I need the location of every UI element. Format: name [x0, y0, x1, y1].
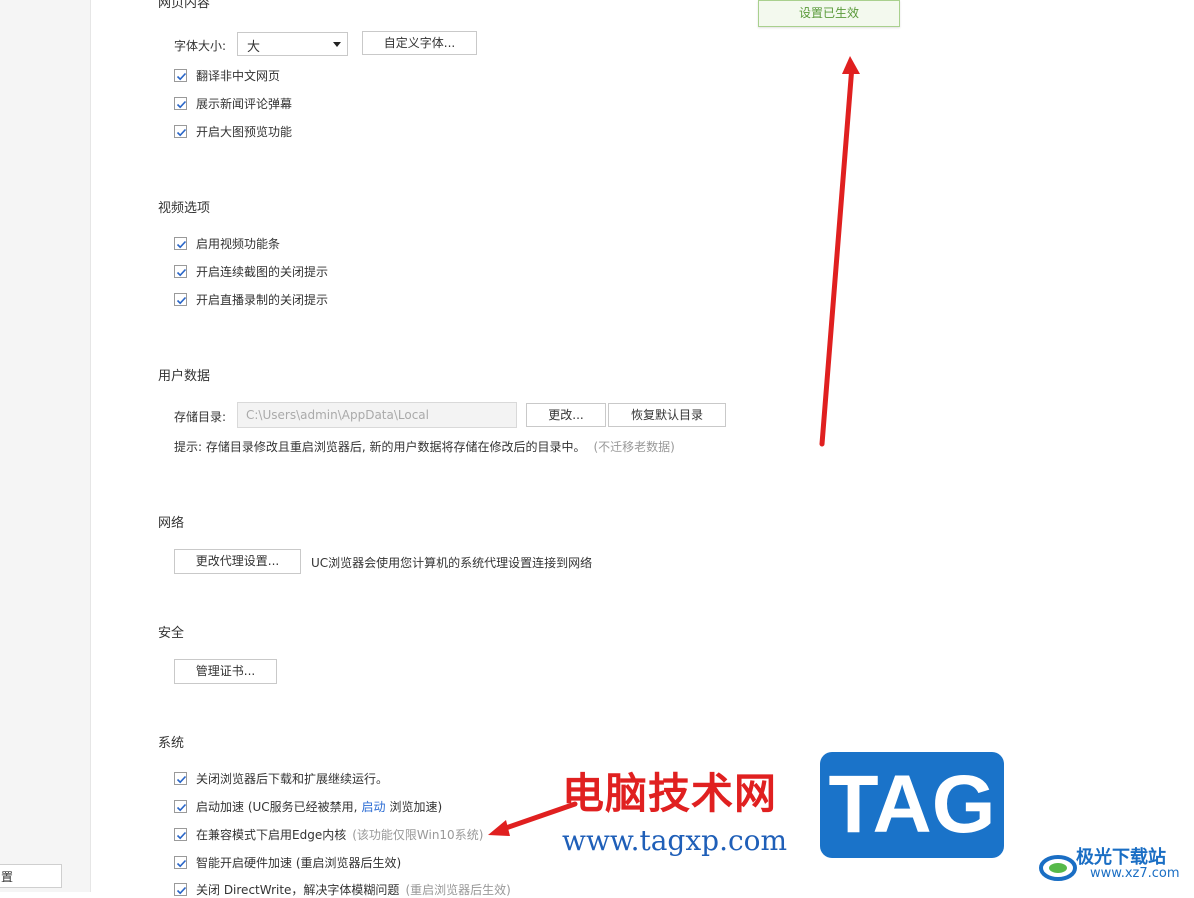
watermark-url: www.tagxp.com [562, 824, 788, 857]
annotation-arrows [488, 56, 860, 836]
tag-logo: TAG [820, 752, 1004, 858]
watermark-download-site-url: www.xz7.com [1090, 866, 1180, 881]
arrow-to-toast-icon [819, 56, 860, 447]
watermark-site-name: 电脑技术网 [562, 769, 778, 818]
